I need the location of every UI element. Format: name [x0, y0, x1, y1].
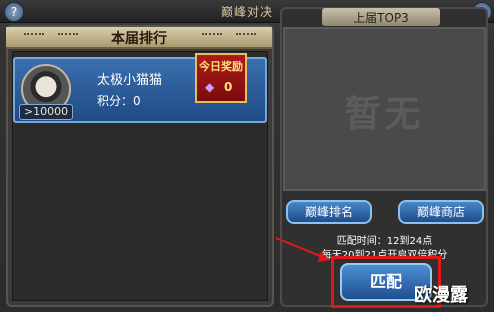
watermark: 欧漫露 — [414, 285, 468, 306]
